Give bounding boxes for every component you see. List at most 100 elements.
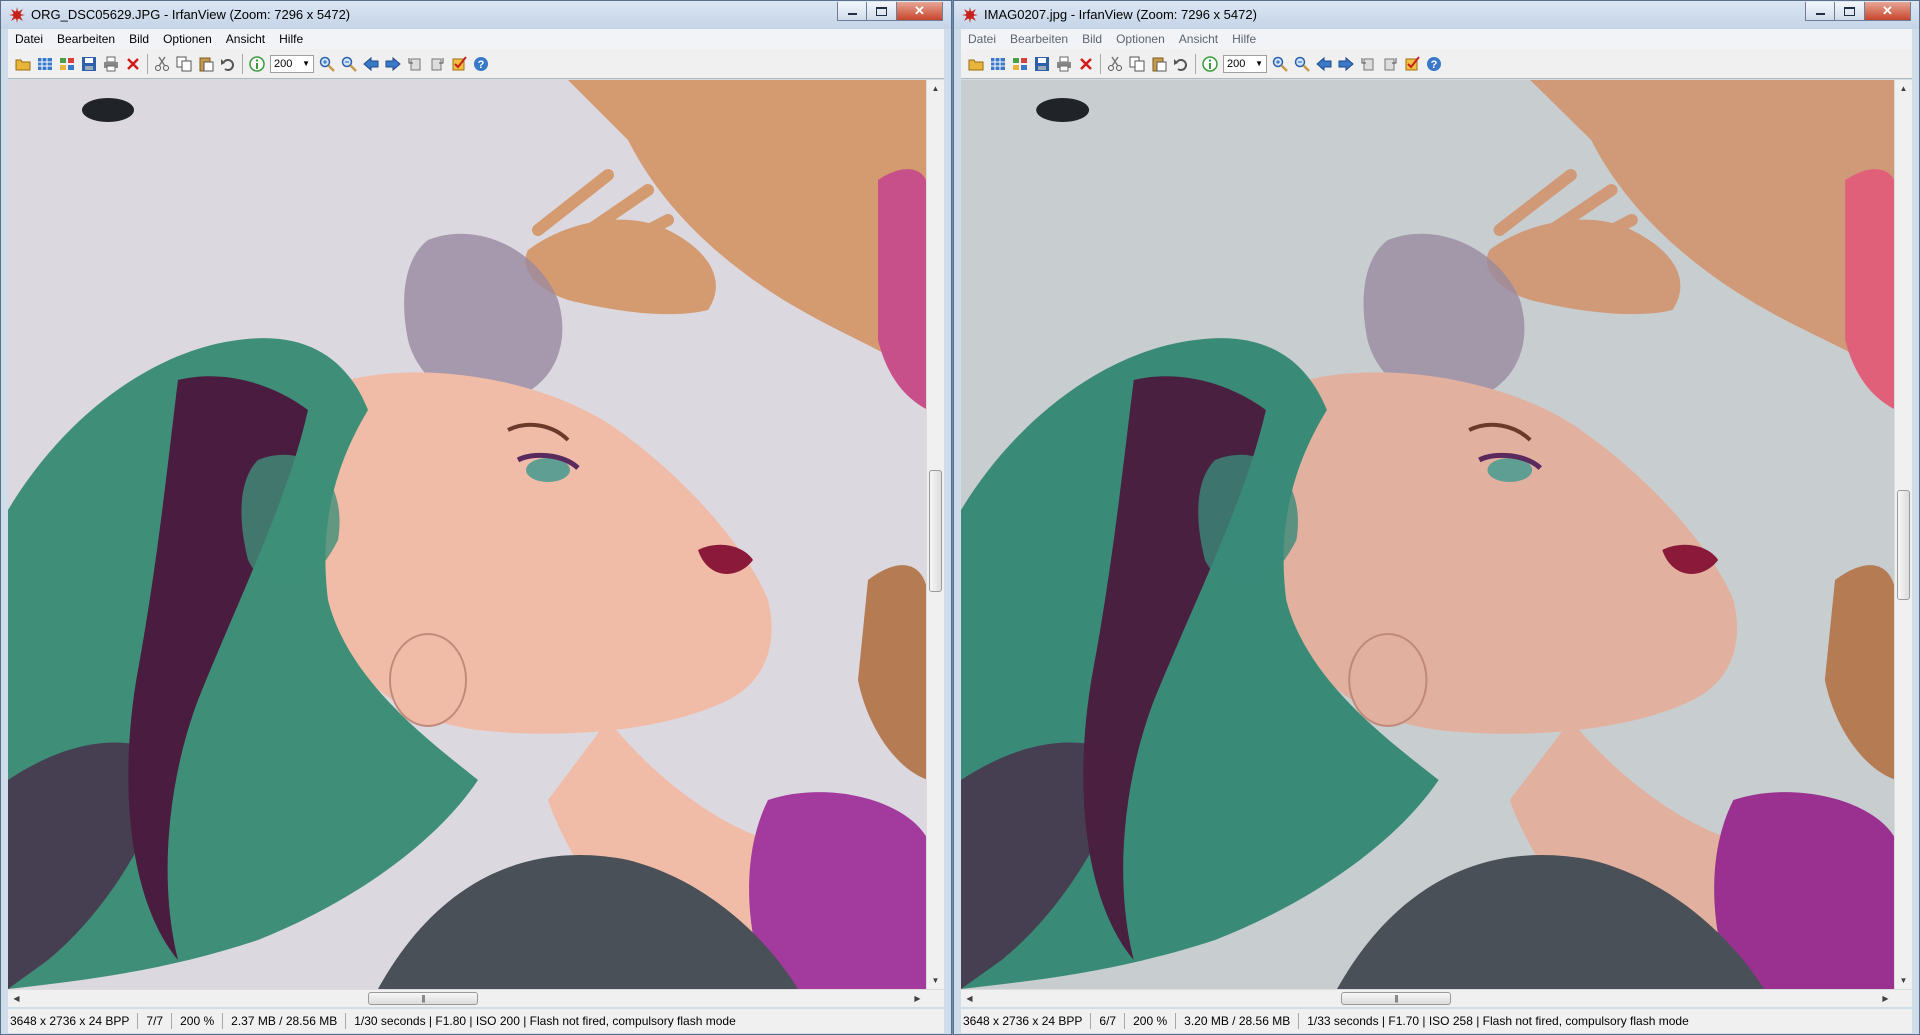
close-button[interactable]: ✕ bbox=[1865, 2, 1911, 21]
print-icon[interactable] bbox=[100, 53, 122, 75]
zoom-value: 200 bbox=[274, 57, 293, 70]
status-zoom: 200 % bbox=[172, 1013, 224, 1029]
title-bar[interactable]: IMAG0207.jpg - IrfanView (Zoom: 7296 x 5… bbox=[954, 1, 1919, 29]
thumbnails-icon[interactable] bbox=[34, 53, 56, 75]
cut-icon[interactable] bbox=[151, 53, 173, 75]
irfanview-window-right[interactable]: IMAG0207.jpg - IrfanView (Zoom: 7296 x 5… bbox=[953, 0, 1920, 1035]
horizontal-scrollbar[interactable]: ◀ ||| ▶ bbox=[961, 989, 1912, 1007]
photo-doll-comparison bbox=[961, 80, 1896, 989]
settings-icon[interactable] bbox=[1401, 53, 1423, 75]
image-view[interactable]: ▲ ▼ bbox=[961, 80, 1912, 989]
status-index: 6/7 bbox=[1091, 1013, 1126, 1029]
menu-bild[interactable]: Bild bbox=[122, 32, 156, 46]
print-icon[interactable] bbox=[1053, 53, 1075, 75]
status-exif: 1/30 seconds | F1.80 | ISO 200 | Flash n… bbox=[354, 1014, 736, 1028]
scroll-left-icon[interactable]: ◀ bbox=[8, 990, 25, 1007]
scroll-down-icon[interactable]: ▼ bbox=[1895, 972, 1912, 989]
chevron-down-icon: ▼ bbox=[302, 59, 310, 68]
status-bar: 3648 x 2736 x 24 BPP 7/7 200 % 2.37 MB /… bbox=[8, 1009, 944, 1033]
menu-ansicht[interactable]: Ansicht bbox=[1172, 32, 1225, 46]
horizontal-scrollbar[interactable]: ◀ ||| ▶ bbox=[8, 989, 944, 1007]
horizontal-scroll-thumb[interactable]: ||| bbox=[1341, 992, 1451, 1005]
horizontal-scroll-thumb[interactable]: ||| bbox=[368, 992, 478, 1005]
maximize-button[interactable] bbox=[867, 2, 897, 21]
close-button[interactable]: ✕ bbox=[897, 2, 943, 21]
status-size: 2.37 MB / 28.56 MB bbox=[223, 1013, 347, 1029]
undo-icon[interactable] bbox=[217, 53, 239, 75]
save-icon[interactable] bbox=[78, 53, 100, 75]
zoom-out-icon[interactable] bbox=[338, 53, 360, 75]
zoom-in-icon[interactable] bbox=[316, 53, 338, 75]
irfanview-window-left[interactable]: ORG_DSC05629.JPG - IrfanView (Zoom: 7296… bbox=[0, 0, 952, 1035]
scroll-up-icon[interactable]: ▲ bbox=[1895, 80, 1912, 97]
open-icon[interactable] bbox=[12, 53, 34, 75]
delete-icon[interactable] bbox=[1075, 53, 1097, 75]
zoom-value: 200 bbox=[1227, 57, 1246, 70]
vertical-scrollbar[interactable]: ▲ ▼ bbox=[1894, 80, 1912, 989]
minimize-button[interactable] bbox=[1805, 2, 1835, 21]
save-icon[interactable] bbox=[1031, 53, 1053, 75]
status-exif: 1/33 seconds | F1.70 | ISO 258 | Flash n… bbox=[1307, 1014, 1689, 1028]
previous-icon[interactable] bbox=[1313, 53, 1335, 75]
menu-bar: Datei Bearbeiten Bild Optionen Ansicht H… bbox=[961, 29, 1912, 49]
open-icon[interactable] bbox=[965, 53, 987, 75]
scroll-down-icon[interactable]: ▼ bbox=[927, 972, 944, 989]
status-dimensions: 3648 x 2736 x 24 BPP bbox=[8, 1013, 139, 1029]
zoom-select[interactable]: 200 ▼ bbox=[1223, 54, 1267, 73]
image-view[interactable]: ▲ ▼ bbox=[8, 80, 944, 989]
menu-bearbeiten[interactable]: Bearbeiten bbox=[1003, 32, 1075, 46]
menu-bild[interactable]: Bild bbox=[1075, 32, 1109, 46]
scroll-left-icon[interactable]: ◀ bbox=[961, 990, 978, 1007]
info-icon[interactable] bbox=[246, 53, 268, 75]
menu-hilfe[interactable]: Hilfe bbox=[272, 32, 310, 46]
slideshow-icon[interactable] bbox=[1009, 53, 1031, 75]
minimize-button[interactable] bbox=[837, 2, 867, 21]
menu-datei[interactable]: Datei bbox=[961, 32, 1003, 46]
settings-icon[interactable] bbox=[448, 53, 470, 75]
status-bar: 3648 x 2736 x 24 BPP 6/7 200 % 3.20 MB /… bbox=[961, 1009, 1912, 1033]
title-bar[interactable]: ORG_DSC05629.JPG - IrfanView (Zoom: 7296… bbox=[1, 1, 951, 29]
rotate-right-icon[interactable] bbox=[1379, 53, 1401, 75]
scroll-right-icon[interactable]: ▶ bbox=[909, 990, 926, 1007]
info-icon[interactable] bbox=[1199, 53, 1221, 75]
menu-hilfe[interactable]: Hilfe bbox=[1225, 32, 1263, 46]
undo-icon[interactable] bbox=[1170, 53, 1192, 75]
cut-icon[interactable] bbox=[1104, 53, 1126, 75]
copy-icon[interactable] bbox=[1126, 53, 1148, 75]
delete-icon[interactable] bbox=[122, 53, 144, 75]
help-icon[interactable]: ? bbox=[470, 53, 492, 75]
rotate-left-icon[interactable] bbox=[1357, 53, 1379, 75]
zoom-in-icon[interactable] bbox=[1269, 53, 1291, 75]
rotate-left-icon[interactable] bbox=[404, 53, 426, 75]
menu-datei[interactable]: Datei bbox=[8, 32, 50, 46]
menu-ansicht[interactable]: Ansicht bbox=[219, 32, 272, 46]
next-icon[interactable] bbox=[382, 53, 404, 75]
next-icon[interactable] bbox=[1335, 53, 1357, 75]
menu-optionen[interactable]: Optionen bbox=[1109, 32, 1172, 46]
menu-bar: Datei Bearbeiten Bild Optionen Ansicht H… bbox=[8, 29, 944, 49]
paste-icon[interactable] bbox=[195, 53, 217, 75]
help-icon[interactable]: ? bbox=[1423, 53, 1445, 75]
thumbnails-icon[interactable] bbox=[987, 53, 1009, 75]
vertical-scroll-thumb[interactable] bbox=[1897, 490, 1910, 600]
copy-icon[interactable] bbox=[173, 53, 195, 75]
window-title: ORG_DSC05629.JPG - IrfanView (Zoom: 7296… bbox=[31, 7, 351, 22]
maximize-button[interactable] bbox=[1835, 2, 1865, 21]
paste-icon[interactable] bbox=[1148, 53, 1170, 75]
window-title: IMAG0207.jpg - IrfanView (Zoom: 7296 x 5… bbox=[984, 7, 1257, 22]
slideshow-icon[interactable] bbox=[56, 53, 78, 75]
toolbar: 200 ▼ ? bbox=[961, 49, 1912, 79]
menu-bearbeiten[interactable]: Bearbeiten bbox=[50, 32, 122, 46]
menu-optionen[interactable]: Optionen bbox=[156, 32, 219, 46]
scroll-up-icon[interactable]: ▲ bbox=[927, 80, 944, 97]
vertical-scrollbar[interactable]: ▲ ▼ bbox=[926, 80, 944, 989]
zoom-select[interactable]: 200 ▼ bbox=[270, 54, 314, 73]
rotate-right-icon[interactable] bbox=[426, 53, 448, 75]
zoom-out-icon[interactable] bbox=[1291, 53, 1313, 75]
scroll-right-icon[interactable]: ▶ bbox=[1877, 990, 1894, 1007]
irfanview-logo-icon bbox=[9, 7, 25, 23]
status-dimensions: 3648 x 2736 x 24 BPP bbox=[961, 1013, 1092, 1029]
vertical-scroll-thumb[interactable] bbox=[929, 470, 942, 592]
previous-icon[interactable] bbox=[360, 53, 382, 75]
irfanview-logo-icon bbox=[962, 7, 978, 23]
